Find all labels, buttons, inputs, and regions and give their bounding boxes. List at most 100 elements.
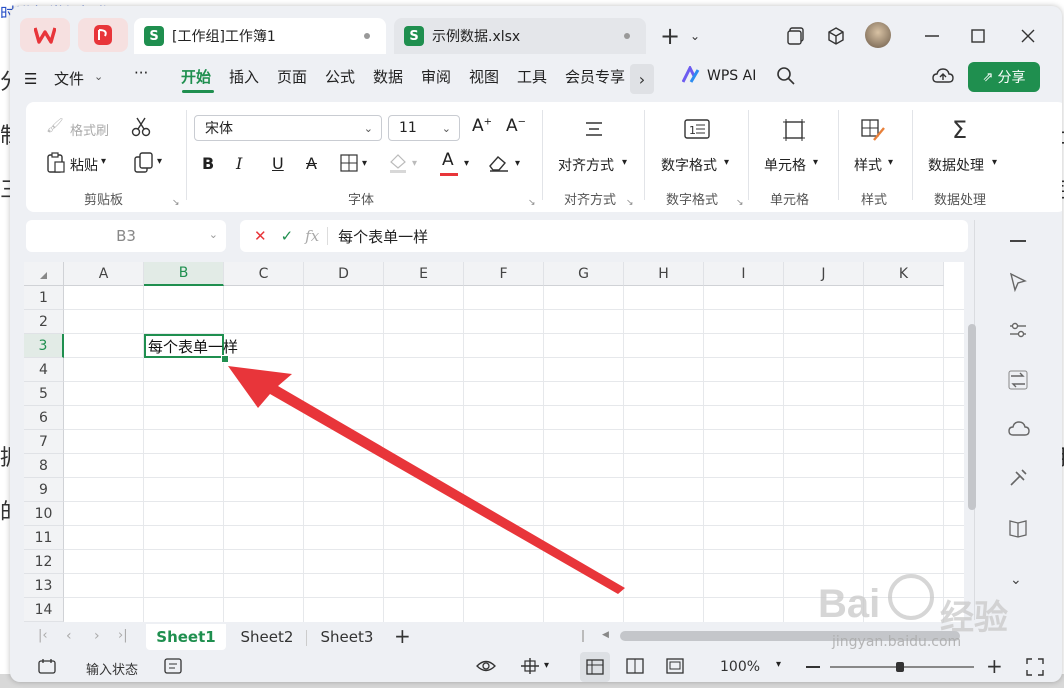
column-header-e[interactable]: E xyxy=(384,262,464,286)
dialog-launcher-icon[interactable]: ↘ xyxy=(528,198,536,208)
wps-ai-button[interactable]: WPS AI xyxy=(707,68,756,84)
row-header-2[interactable]: 2 xyxy=(24,310,64,334)
minimize-icon[interactable] xyxy=(920,24,944,48)
cancel-edit-icon[interactable]: ✕ xyxy=(254,227,267,245)
align-icon[interactable] xyxy=(583,118,605,144)
tab-page[interactable]: 页面 xyxy=(277,66,307,87)
chevron-down-icon[interactable]: ▾ xyxy=(101,156,106,167)
row-header-9[interactable]: 9 xyxy=(24,478,64,502)
tab-member[interactable]: 会员专享 xyxy=(565,66,625,87)
zoom-in-icon[interactable]: + xyxy=(986,654,1003,678)
window-tile-icon[interactable] xyxy=(784,24,808,48)
select-all-corner[interactable] xyxy=(24,262,64,286)
next-sheet-icon[interactable]: › xyxy=(94,628,100,644)
chevron-down-icon[interactable]: ▾ xyxy=(544,660,549,671)
normal-view-button[interactable] xyxy=(580,652,610,682)
row-header-4[interactable]: 4 xyxy=(24,358,64,382)
zoom-level[interactable]: 100% xyxy=(720,659,760,675)
italic-button[interactable]: I xyxy=(236,154,242,173)
cloud-save-icon[interactable] xyxy=(1008,420,1030,442)
more-menu[interactable]: ··· xyxy=(134,64,148,82)
row-header-11[interactable]: 11 xyxy=(24,526,64,550)
tab-view[interactable]: 视图 xyxy=(469,66,499,87)
wps-logo-button[interactable] xyxy=(20,18,70,52)
page-view-icon[interactable] xyxy=(666,658,684,678)
avatar[interactable] xyxy=(865,22,891,48)
close-icon[interactable] xyxy=(1016,24,1040,48)
paste-button[interactable]: 粘贴 xyxy=(70,155,98,175)
select-pointer-icon[interactable] xyxy=(1008,272,1028,296)
column-header-b[interactable]: B xyxy=(144,262,224,286)
macro-icon[interactable] xyxy=(38,658,56,678)
tab-workbook1[interactable]: S [工作组]工作簿1 xyxy=(134,18,386,54)
cloud-upload-icon[interactable] xyxy=(932,67,954,89)
dialog-launcher-icon[interactable]: ↘ xyxy=(626,198,634,208)
scroll-left-icon[interactable]: ◀ xyxy=(602,630,609,640)
border-icon[interactable] xyxy=(340,154,358,176)
sheet-tab-2[interactable]: Sheet2 xyxy=(228,624,306,650)
adjust-slider-icon[interactable] xyxy=(1008,320,1028,344)
chevron-down-icon[interactable]: ▾ xyxy=(622,157,627,168)
file-menu[interactable]: 文件 xyxy=(54,68,84,89)
row-header-5[interactable]: 5 xyxy=(24,382,64,406)
tab-home[interactable]: 开始 xyxy=(181,66,211,87)
align-button[interactable]: 对齐方式 xyxy=(558,155,614,175)
column-header-j[interactable]: J xyxy=(784,262,864,286)
unsaved-dot-icon[interactable] xyxy=(624,33,630,39)
increase-font-icon[interactable]: A+ xyxy=(472,116,492,136)
tab-insert[interactable]: 插入 xyxy=(229,66,259,87)
tab-list-chevron-icon[interactable]: ⌄ xyxy=(688,26,702,46)
hamburger-icon[interactable]: ☰ xyxy=(24,70,37,88)
eraser-icon[interactable] xyxy=(488,154,510,176)
row-header-10[interactable]: 10 xyxy=(24,502,64,526)
dialog-launcher-icon[interactable]: ↘ xyxy=(736,198,744,208)
eye-icon[interactable] xyxy=(476,658,496,678)
tools-icon[interactable] xyxy=(1008,468,1028,492)
new-tab-plus-icon[interactable]: + xyxy=(658,22,682,50)
add-sheet-icon[interactable]: + xyxy=(394,624,411,648)
zoom-out-icon[interactable] xyxy=(806,666,820,668)
freeze-icon[interactable] xyxy=(520,657,540,679)
reading-view-icon[interactable] xyxy=(626,658,644,678)
column-header-g[interactable]: G xyxy=(544,262,624,286)
cut-icon[interactable] xyxy=(130,117,152,141)
copy-icon[interactable] xyxy=(134,152,154,178)
row-header-12[interactable]: 12 xyxy=(24,550,64,574)
book-icon[interactable] xyxy=(1008,518,1028,542)
chevron-down-icon[interactable]: ▾ xyxy=(464,158,469,169)
row-header-14[interactable]: 14 xyxy=(24,598,64,622)
underline-button[interactable]: U xyxy=(272,154,284,173)
last-sheet-icon[interactable]: ›| xyxy=(118,628,128,643)
row-header-6[interactable]: 6 xyxy=(24,406,64,430)
vertical-scrollbar-thumb[interactable] xyxy=(968,324,976,510)
row-header-1[interactable]: 1 xyxy=(24,286,64,310)
split-handle[interactable] xyxy=(582,630,584,642)
font-size-select[interactable]: 11 ⌄ xyxy=(388,115,460,141)
sheet-tab-1[interactable]: Sheet1 xyxy=(146,624,226,650)
sigma-icon[interactable]: Σ xyxy=(952,116,967,144)
sheet-tab-3[interactable]: Sheet3 xyxy=(308,624,386,650)
unsaved-dot-icon[interactable] xyxy=(364,33,370,39)
format-painter-button[interactable]: 格式刷 xyxy=(70,120,109,139)
notes-icon[interactable] xyxy=(164,658,182,678)
font-color-button[interactable]: A xyxy=(442,150,454,170)
cube-icon[interactable] xyxy=(824,24,848,48)
paste-icon[interactable] xyxy=(46,152,66,178)
tab-review[interactable]: 审阅 xyxy=(421,66,451,87)
tab-sample-data[interactable]: S 示例数据.xlsx xyxy=(394,18,646,54)
column-header-i[interactable]: I xyxy=(704,262,784,286)
cell-button[interactable]: 单元格 xyxy=(764,155,806,175)
font-name-select[interactable]: 宋体 ⌄ xyxy=(194,115,382,141)
number-format-button[interactable]: 数字格式 xyxy=(661,155,717,175)
decrease-font-icon[interactable]: A− xyxy=(506,116,526,136)
chevron-down-icon[interactable]: ▾ xyxy=(724,157,729,168)
style-icon[interactable] xyxy=(860,118,886,146)
fullscreen-icon[interactable] xyxy=(1026,658,1044,680)
chevron-down-icon[interactable]: ▾ xyxy=(888,157,893,168)
chevron-down-icon[interactable]: ▾ xyxy=(515,158,520,169)
tab-data[interactable]: 数据 xyxy=(373,66,403,87)
chevron-down-icon[interactable]: ▾ xyxy=(776,659,781,670)
chevron-down-icon[interactable]: ▾ xyxy=(362,158,367,169)
column-header-f[interactable]: F xyxy=(464,262,544,286)
collapse-panel-icon[interactable] xyxy=(1010,240,1026,242)
